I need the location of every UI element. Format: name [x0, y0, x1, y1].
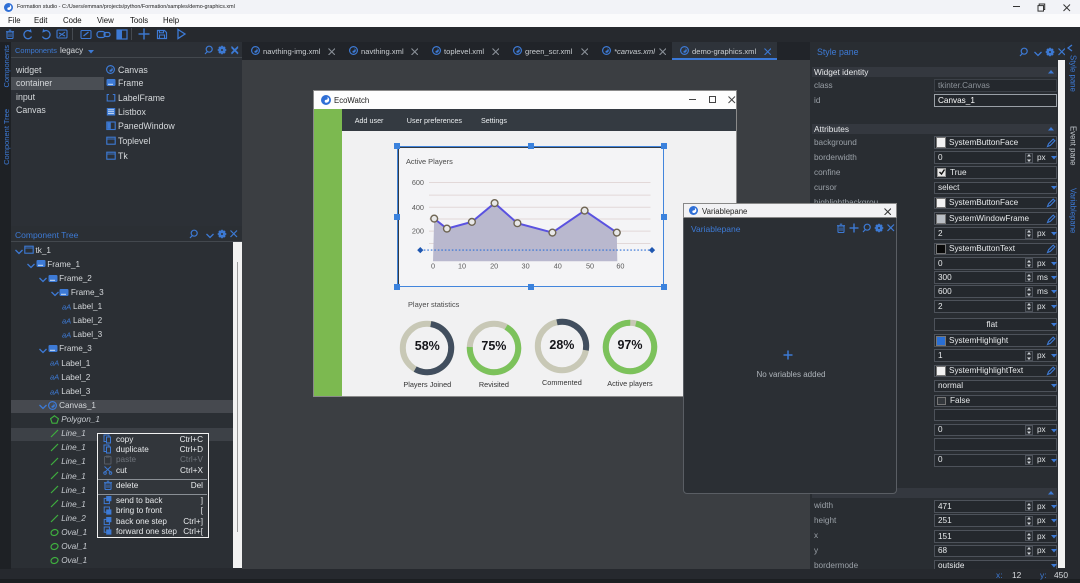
svg-text:aA: aA	[62, 331, 71, 340]
svg-text:aA: aA	[50, 359, 59, 368]
svg-text:aA: aA	[50, 373, 59, 382]
svg-text:aA: aA	[50, 387, 59, 396]
svg-text:aA: aA	[62, 316, 71, 325]
svg-text:aA: aA	[62, 302, 71, 311]
